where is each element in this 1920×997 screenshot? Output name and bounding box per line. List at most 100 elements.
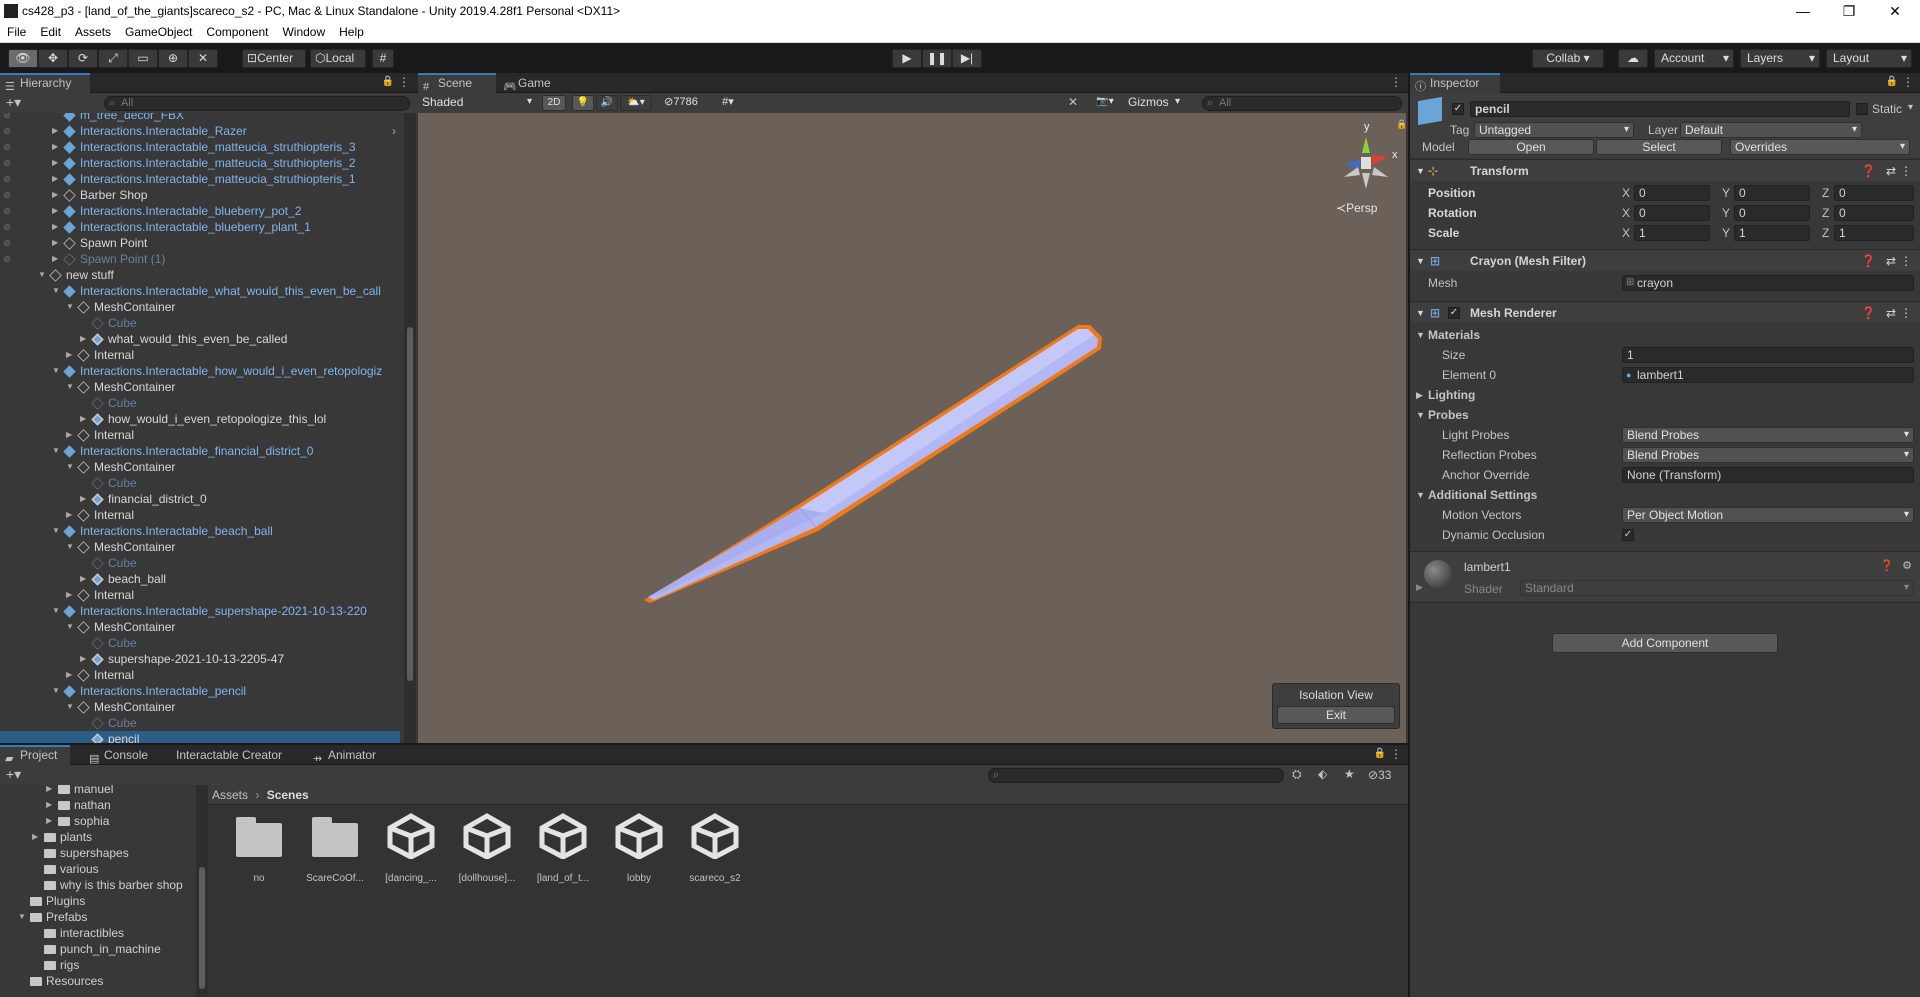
tab-animator[interactable]: ⇸ Animator xyxy=(308,745,394,765)
expand-arrow-icon[interactable]: ▶ xyxy=(66,667,76,683)
hierarchy-row[interactable]: Cube xyxy=(0,555,400,571)
folder-asset[interactable]: ScareCoOf... xyxy=(300,807,370,884)
dynamic-occlusion-checkbox[interactable]: ✓ xyxy=(1622,529,1634,541)
hierarchy-row[interactable]: ▶ Internal xyxy=(0,427,400,443)
hierarchy-row[interactable]: ▼ MeshContainer xyxy=(0,619,400,635)
model-select-button[interactable]: Select xyxy=(1596,139,1722,155)
step-button[interactable]: ▶| xyxy=(952,49,982,68)
exit-isolation-button[interactable]: Exit xyxy=(1277,706,1395,724)
motion-vectors-dropdown[interactable]: Per Object Motion xyxy=(1622,507,1914,523)
hierarchy-row[interactable]: ▶ how_would_i_even_retopologize_this_lol xyxy=(0,411,400,427)
expand-arrow-icon[interactable]: ▶ xyxy=(1416,582,1423,593)
collapse-arrow-icon[interactable]: ▼ xyxy=(52,523,62,539)
hierarchy-row[interactable]: ▼ Interactions.Interactable_pencil xyxy=(0,683,400,699)
project-search-input[interactable]: ⌕ xyxy=(988,768,1284,783)
expand-arrow-icon[interactable]: ▶ xyxy=(46,797,52,813)
collapse-arrow-icon[interactable]: ▼ xyxy=(52,363,62,379)
expand-arrow-icon[interactable]: ▶ xyxy=(52,171,62,187)
expand-arrow-icon[interactable]: ▶ xyxy=(80,491,90,507)
collapse-arrow-icon[interactable]: ▼ xyxy=(66,619,76,635)
hierarchy-search-input[interactable]: ⌕ All xyxy=(104,96,410,111)
pause-button[interactable]: ❚❚ xyxy=(922,49,952,68)
hierarchy-row[interactable]: ▼ Interactions.Interactable_beach_ball xyxy=(0,523,400,539)
static-checkbox[interactable] xyxy=(1856,103,1868,115)
folder-tree-item[interactable]: ▶ manuel xyxy=(0,785,196,797)
folder-tree-item[interactable]: rigs xyxy=(0,957,196,973)
visibility-toggle-icon[interactable]: ⊘ xyxy=(0,219,14,235)
folder-tree-item[interactable]: ▶ nathan xyxy=(0,797,196,813)
visibility-toggle-icon[interactable]: ⊘ xyxy=(0,139,14,155)
hierarchy-row[interactable]: ▼ new stuff xyxy=(0,267,400,283)
tab-scene[interactable]: # Scene xyxy=(418,73,496,93)
hierarchy-row[interactable]: ▶ supershape-2021-10-13-2205-47 xyxy=(0,651,400,667)
shader-dropdown[interactable]: Standard xyxy=(1520,580,1914,596)
folder-tree-item[interactable]: supershapes xyxy=(0,845,196,861)
hierarchy-row[interactable]: ▼ Interactions.Interactable_financial_dis… xyxy=(0,443,400,459)
menu-help[interactable]: Help xyxy=(332,22,371,39)
lock-icon[interactable]: 🔒 xyxy=(1374,748,1386,759)
visibility-toggle-icon[interactable]: ⊘ xyxy=(0,203,14,219)
orientation-gizmo[interactable]: y x 🔒 xyxy=(1328,119,1406,199)
object-name-field[interactable]: pencil xyxy=(1470,101,1850,117)
tab-game[interactable]: 🎮 Game xyxy=(498,73,568,93)
help-icon[interactable]: ❓ xyxy=(1861,302,1876,324)
visibility-toggle-icon[interactable]: ⊘ xyxy=(0,123,14,139)
expand-arrow-icon[interactable]: ▶ xyxy=(52,139,62,155)
layer-dropdown[interactable]: Default xyxy=(1680,122,1862,138)
hierarchy-row[interactable]: ⊘ m_tree_decor_FBX xyxy=(0,113,400,123)
folder-tree-scroll-thumb[interactable] xyxy=(199,867,205,989)
close-button[interactable]: ✕ xyxy=(1872,0,1918,22)
expand-arrow-icon[interactable]: ▶ xyxy=(52,219,62,235)
add-component-button[interactable]: Add Component xyxy=(1552,633,1778,653)
scene-asset[interactable]: [land_of_t... xyxy=(528,807,598,884)
visibility-toggle-icon[interactable]: ⊘ xyxy=(0,171,14,187)
maximize-button[interactable]: ❐ xyxy=(1826,0,1872,22)
hierarchy-row[interactable]: ▼ MeshContainer xyxy=(0,699,400,715)
size-field[interactable]: 1 xyxy=(1622,347,1914,363)
hierarchy-row[interactable]: ⊘ ▶ Interactions.Interactable_matteucia_st… xyxy=(0,171,400,187)
scene-asset[interactable]: lobby xyxy=(604,807,674,884)
collapse-arrow-icon[interactable]: ▼ xyxy=(52,603,62,619)
projection-toggle[interactable]: ≺Persp xyxy=(1336,201,1377,215)
hierarchy-row[interactable]: ⊘ ▶ Interactions.Interactable_Razer › xyxy=(0,123,400,139)
mesh-field[interactable]: ⊞ crayon xyxy=(1622,275,1914,291)
hierarchy-row[interactable]: ▼ MeshContainer xyxy=(0,459,400,475)
view-tool-button[interactable]: 👁 xyxy=(8,49,38,68)
folder-tree-item[interactable]: why is this barber shop xyxy=(0,877,196,893)
expand-arrow-icon[interactable]: ▶ xyxy=(52,235,62,251)
minimize-button[interactable]: — xyxy=(1780,0,1826,22)
collapse-arrow-icon[interactable]: ▼ xyxy=(38,267,48,283)
tab-inspector[interactable]: ⓘ Inspector xyxy=(1410,73,1500,93)
tools-icon[interactable]: ✕ xyxy=(1068,95,1078,109)
hierarchy-row[interactable]: ▶ Internal xyxy=(0,667,400,683)
hierarchy-row[interactable]: ⊘ ▶ Barber Shop xyxy=(0,187,400,203)
help-icon[interactable]: ❓ xyxy=(1861,250,1876,272)
tab-project[interactable]: ▰ Project xyxy=(0,745,70,765)
help-icon[interactable]: ❓ xyxy=(1861,160,1876,182)
hierarchy-row[interactable]: Cube xyxy=(0,715,400,731)
visibility-toggle-icon[interactable]: ⊘ xyxy=(0,235,14,251)
collapse-arrow-icon[interactable]: ▼ xyxy=(66,379,76,395)
lock-icon[interactable]: 🔒 xyxy=(1886,76,1898,87)
scale-y-field[interactable]: 1 xyxy=(1734,225,1810,241)
pivot-center-button[interactable]: ⊡Center xyxy=(242,49,306,68)
position-y-field[interactable]: 0 xyxy=(1734,185,1810,201)
layers-dropdown[interactable]: Layers ▾ xyxy=(1740,49,1820,68)
favorite-icon[interactable]: ★ xyxy=(1344,767,1355,781)
pivot-local-button[interactable]: ⬡Local xyxy=(310,49,366,68)
visibility-toggle-icon[interactable]: ⊘ xyxy=(0,187,14,203)
play-button[interactable]: ▶ xyxy=(892,49,922,68)
overrides-dropdown[interactable]: Overrides xyxy=(1730,139,1910,155)
hierarchy-row[interactable]: ▶ Internal xyxy=(0,347,400,363)
hierarchy-row[interactable]: ▼ MeshContainer xyxy=(0,299,400,315)
hidden-packages-toggle[interactable]: ⊘33 xyxy=(1368,768,1391,782)
expand-arrow-icon[interactable]: ▶ xyxy=(46,813,52,829)
expand-arrow-icon[interactable]: ▶ xyxy=(52,251,62,267)
preset-icon[interactable]: ⇄ xyxy=(1886,250,1896,272)
folder-tree-item[interactable]: punch_in_machine xyxy=(0,941,196,957)
transform-tool-button[interactable]: ⊕ xyxy=(158,49,188,68)
expand-arrow-icon[interactable]: ▶ xyxy=(32,829,38,845)
hierarchy-row[interactable]: Cube xyxy=(0,635,400,651)
menu-gameobject[interactable]: GameObject xyxy=(118,22,199,39)
anchor-override-field[interactable]: None (Transform) xyxy=(1622,467,1914,483)
